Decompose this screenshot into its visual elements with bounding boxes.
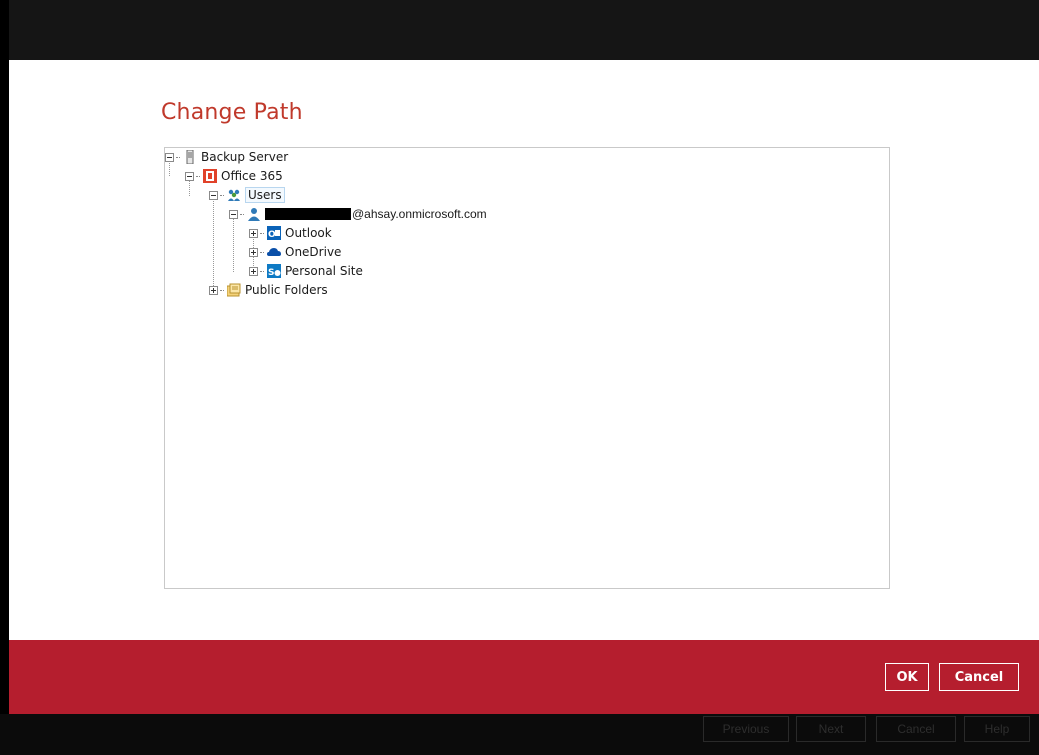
tree-node-label: Personal Site — [285, 264, 363, 278]
svg-text:S: S — [268, 268, 274, 278]
top-bar — [0, 0, 1039, 60]
tree-node-onedrive[interactable]: OneDrive — [249, 243, 341, 261]
background-nav-bar: Previous Next Cancel Help — [0, 714, 1039, 755]
sharepoint-icon: S — [267, 264, 281, 278]
tree-node-backup-server[interactable]: Backup Server — [165, 148, 288, 166]
public-folders-icon — [226, 283, 241, 297]
ok-button[interactable]: OK — [885, 663, 929, 691]
office365-icon — [203, 169, 217, 183]
tree-node-user-account[interactable]: @ahsay.onmicrosoft.com — [229, 205, 487, 223]
tree-node-label: Public Folders — [245, 283, 328, 297]
collapse-toggle[interactable] — [209, 190, 218, 200]
user-email-suffix: @ahsay.onmicrosoft.com — [352, 207, 487, 221]
change-path-dialog: Change Path Backup Server Office 365 Use… — [9, 60, 1039, 640]
tree-connector — [233, 217, 234, 272]
tree-node-public-folders[interactable]: Public Folders — [209, 281, 328, 299]
tree-node-label: Outlook — [285, 226, 332, 240]
tree-node-label: Office 365 — [221, 169, 283, 183]
collapse-toggle[interactable] — [165, 152, 174, 162]
collapse-toggle[interactable] — [229, 209, 238, 219]
background-cancel-button: Cancel — [876, 716, 956, 742]
redacted-username — [265, 208, 351, 220]
left-edge — [0, 0, 9, 755]
dialog-title: Change Path — [161, 100, 303, 125]
server-icon — [183, 149, 197, 165]
cancel-button[interactable]: Cancel — [939, 663, 1019, 691]
svg-text:O: O — [268, 230, 276, 240]
dialog-footer: OK Cancel — [9, 640, 1039, 714]
previous-button: Previous — [703, 716, 789, 742]
next-button: Next — [796, 716, 866, 742]
folder-tree[interactable]: Backup Server Office 365 Users @ahsay.on… — [164, 147, 890, 589]
tree-node-label: OneDrive — [285, 245, 342, 259]
tree-node-personal-site[interactable]: S Personal Site — [249, 262, 363, 280]
tree-node-office365[interactable]: Office 365 — [185, 167, 283, 185]
expand-toggle[interactable] — [249, 247, 258, 257]
collapse-toggle[interactable] — [185, 171, 194, 181]
expand-toggle[interactable] — [209, 285, 218, 295]
expand-toggle[interactable] — [249, 228, 258, 238]
tree-node-outlook[interactable]: O Outlook — [249, 224, 332, 242]
tree-node-label: Users — [245, 187, 285, 203]
help-button: Help — [964, 716, 1030, 742]
tree-node-label: Backup Server — [201, 150, 289, 164]
outlook-icon: O — [267, 226, 281, 240]
users-icon — [227, 188, 241, 202]
tree-node-users[interactable]: Users — [209, 186, 285, 204]
onedrive-icon — [267, 245, 281, 259]
tree-connector — [213, 198, 214, 292]
expand-toggle[interactable] — [249, 266, 258, 276]
user-icon — [247, 207, 261, 221]
